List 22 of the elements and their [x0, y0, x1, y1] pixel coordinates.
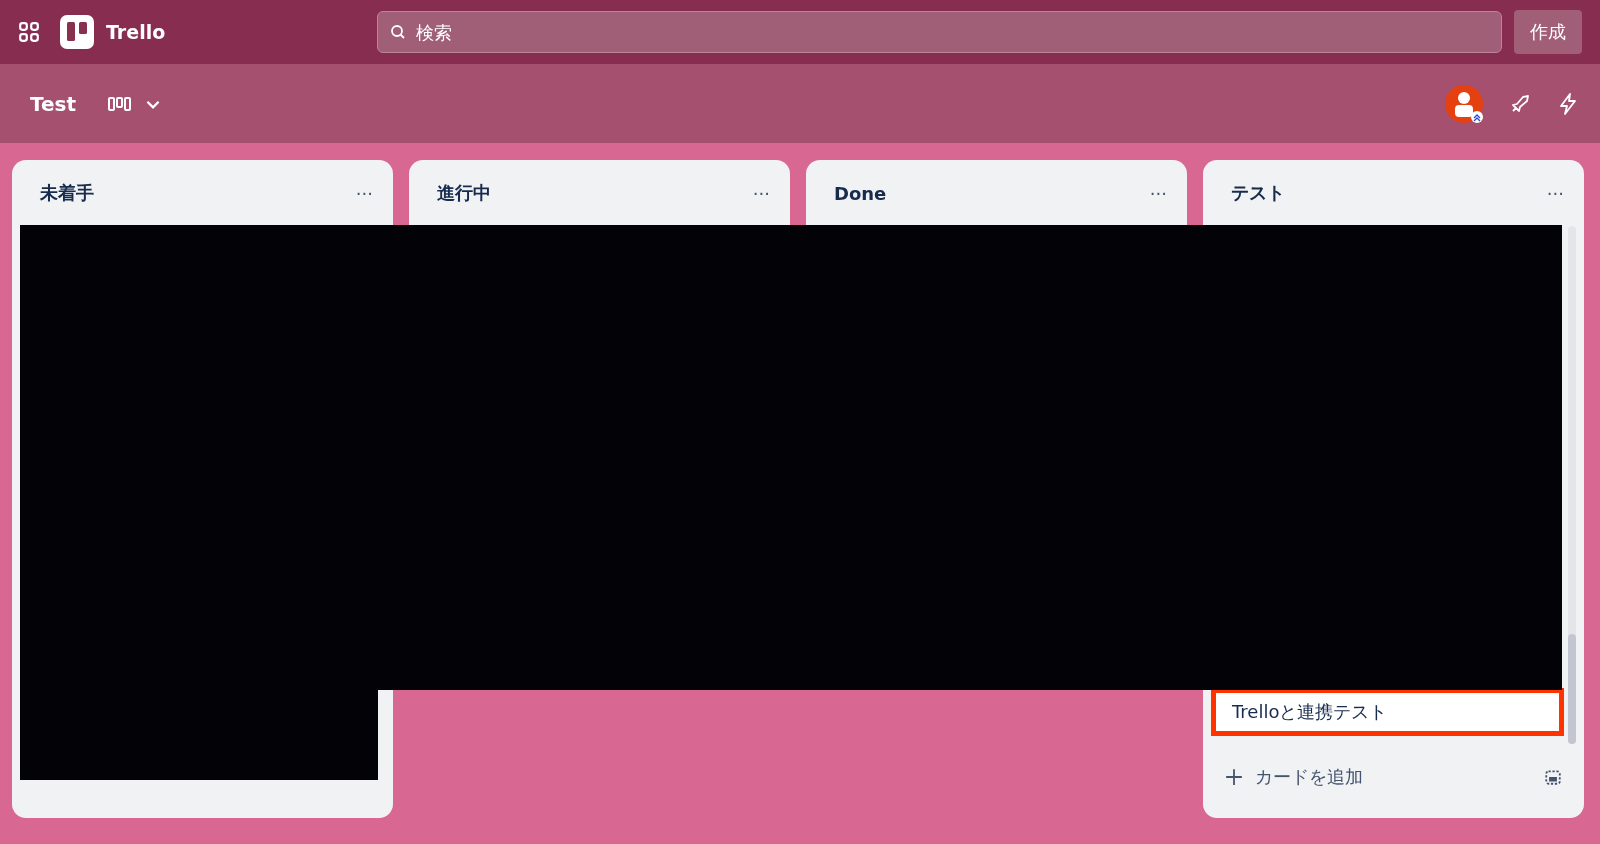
list-menu-button[interactable]: ···: [748, 182, 774, 204]
board-title[interactable]: Test: [30, 91, 76, 116]
list-menu-button[interactable]: ···: [351, 182, 377, 204]
list-title[interactable]: 未着手: [40, 181, 94, 205]
template-icon[interactable]: [1544, 768, 1562, 786]
list-title[interactable]: 進行中: [437, 181, 491, 205]
logo-text[interactable]: Trello: [106, 21, 166, 43]
list-menu-button[interactable]: ···: [1145, 182, 1171, 204]
create-button[interactable]: 作成: [1514, 10, 1582, 54]
avatar-icon[interactable]: [1444, 83, 1484, 124]
search-icon: [390, 24, 407, 40]
add-card-button[interactable]: カードを追加: [1225, 765, 1363, 789]
board-view-icon[interactable]: [108, 95, 132, 112]
list-menu-button[interactable]: ···: [1542, 182, 1568, 204]
scrollbar[interactable]: [1568, 226, 1576, 744]
search-field[interactable]: 検索: [377, 11, 1502, 53]
apps-icon[interactable]: [18, 21, 40, 43]
logo-icon: [60, 15, 94, 49]
plus-icon: [1225, 768, 1243, 786]
list-title[interactable]: Done: [834, 182, 887, 204]
list-title[interactable]: テスト: [1231, 181, 1285, 205]
card[interactable]: Trelloと連携テスト: [1211, 688, 1564, 736]
